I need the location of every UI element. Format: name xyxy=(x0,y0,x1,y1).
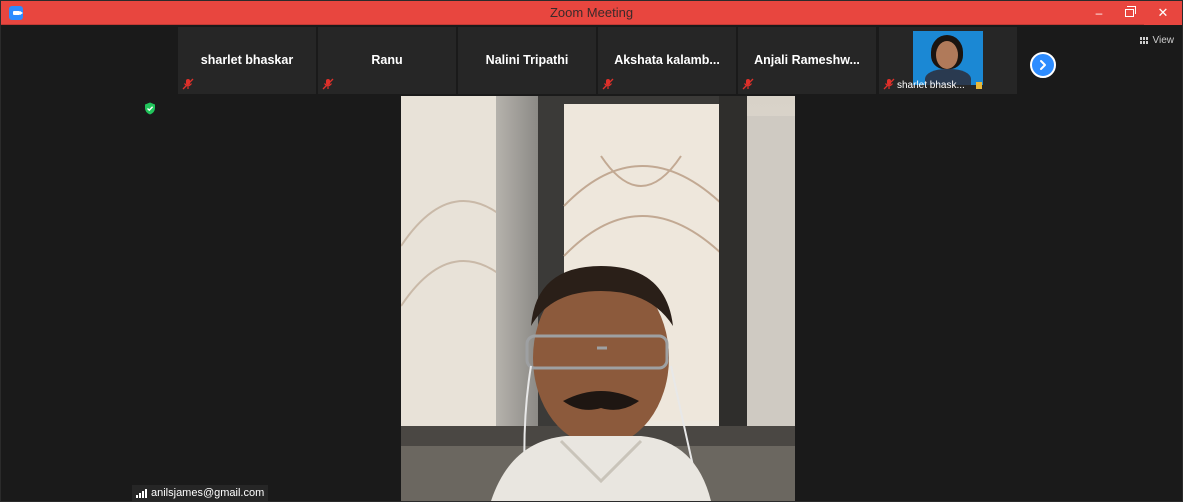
participant-video-caption: sharlet bhask... xyxy=(897,80,965,91)
next-page-icon xyxy=(1040,60,1046,70)
participant-name: sharlet bhaskar xyxy=(200,53,294,67)
participant-tile[interactable]: Anjali Rameshw... xyxy=(738,27,876,94)
minimize-icon: – xyxy=(1095,6,1103,20)
muted-mic-icon xyxy=(602,78,614,90)
hand-icon xyxy=(976,82,982,89)
participant-tile[interactable]: Ranu xyxy=(318,27,456,94)
view-button[interactable]: View xyxy=(1139,35,1175,46)
security-shield-icon[interactable] xyxy=(144,102,156,115)
participant-name: Akshata kalamb... xyxy=(614,53,720,67)
next-page-button[interactable] xyxy=(1030,52,1056,78)
window-controls: – ✕ xyxy=(1084,1,1182,25)
speaker-name: anilsjames@gmail.com xyxy=(151,487,265,499)
participant-name: Nalini Tripathi xyxy=(485,53,569,67)
signal-bars-icon xyxy=(136,488,147,498)
participant-tile[interactable]: sharlet bhaskar xyxy=(178,27,316,94)
window-title: Zoom Meeting xyxy=(549,5,634,20)
zoom-window: Zoom Meeting – ✕ sharlet bhaskar Ranu Na… xyxy=(0,0,1183,502)
maximize-button[interactable] xyxy=(1114,1,1144,25)
participant-tile[interactable]: Akshata kalamb... xyxy=(598,27,736,94)
speaker-video-frame xyxy=(401,96,795,501)
view-button-label: View xyxy=(1152,35,1175,46)
muted-mic-icon xyxy=(742,78,754,90)
maximize-icon xyxy=(1124,6,1136,17)
close-button[interactable]: ✕ xyxy=(1144,1,1182,25)
participant-video-tile[interactable]: sharlet bhask... xyxy=(879,27,1017,94)
participant-strip: sharlet bhaskar Ranu Nalini Tripathi Aks… xyxy=(1,25,1182,97)
speaker-name-label: anilsjames@gmail.com xyxy=(132,485,269,501)
minimize-button[interactable]: – xyxy=(1084,1,1114,25)
participant-video xyxy=(913,31,983,85)
muted-mic-icon xyxy=(883,78,895,90)
participant-name: Ranu xyxy=(371,53,403,67)
participant-name: Anjali Rameshw... xyxy=(754,53,860,67)
title-bar[interactable]: Zoom Meeting – ✕ xyxy=(1,1,1182,25)
gallery-view-icon xyxy=(1139,37,1149,44)
participant-tile[interactable]: Nalini Tripathi xyxy=(458,27,596,94)
muted-mic-icon xyxy=(182,78,194,90)
active-speaker-video xyxy=(401,96,795,501)
muted-mic-icon xyxy=(322,78,334,90)
close-icon: ✕ xyxy=(1157,5,1169,20)
